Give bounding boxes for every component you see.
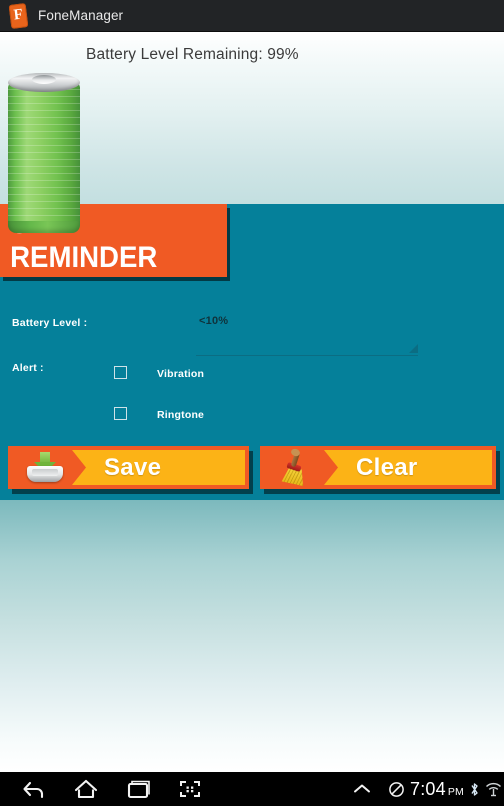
screenshot-frame-icon	[180, 781, 200, 797]
clear-button-label: Clear	[356, 454, 418, 481]
save-button-label: Save	[104, 454, 162, 481]
status-clock-time: 7:04	[410, 778, 446, 799]
ringtone-checkbox-label: Ringtone	[157, 409, 205, 421]
app-icon-letter: F	[12, 6, 24, 24]
dropdown-caret-icon	[409, 344, 418, 353]
chevron-up-icon	[354, 784, 370, 793]
mute-circle-slash-icon	[388, 781, 405, 798]
recents-nav-button[interactable]	[112, 772, 164, 806]
status-clock-meridiem: PM	[447, 785, 464, 798]
app-title-bar: F FoneManager	[0, 0, 504, 32]
broom-icon	[276, 447, 316, 484]
status-clock: 7:04 PM	[410, 779, 464, 800]
clear-button[interactable]: Clear	[260, 446, 496, 489]
wifi-icon	[485, 781, 502, 798]
vibration-checkbox-label: Vibration	[157, 368, 205, 380]
android-navigation-bar: 7:04 PM	[0, 772, 504, 806]
status-tray: 7:04 PM	[388, 779, 504, 800]
battery-level-spinner[interactable]: <10%	[196, 312, 418, 356]
back-arrow-icon	[23, 781, 44, 799]
home-nav-button[interactable]	[60, 772, 112, 806]
recents-square-icon	[127, 780, 150, 799]
battery-cell-illustration	[6, 73, 82, 233]
battery-level-spinner-value: <10%	[199, 315, 229, 327]
back-nav-button[interactable]	[8, 772, 60, 806]
background-lower-pane	[0, 500, 504, 772]
app-title: FoneManager	[38, 8, 124, 23]
battery-level-text: Battery Level Remaining: 99%	[86, 46, 299, 63]
save-tray-icon	[26, 452, 64, 483]
phone-app-icon: F	[8, 2, 29, 29]
expand-nav-button[interactable]	[336, 772, 388, 806]
android-screen: F FoneManager Battery Level Remaining: 9…	[0, 0, 504, 806]
save-button[interactable]: Save	[8, 446, 249, 489]
bluetooth-icon	[469, 781, 480, 798]
ringtone-checkbox[interactable]	[114, 407, 127, 420]
battery-level-field-label: Battery Level :	[12, 317, 88, 329]
home-icon	[74, 779, 98, 799]
vibration-checkbox[interactable]	[114, 366, 127, 379]
screenshot-nav-button[interactable]	[164, 772, 216, 806]
alert-field-label: Alert :	[12, 362, 44, 374]
